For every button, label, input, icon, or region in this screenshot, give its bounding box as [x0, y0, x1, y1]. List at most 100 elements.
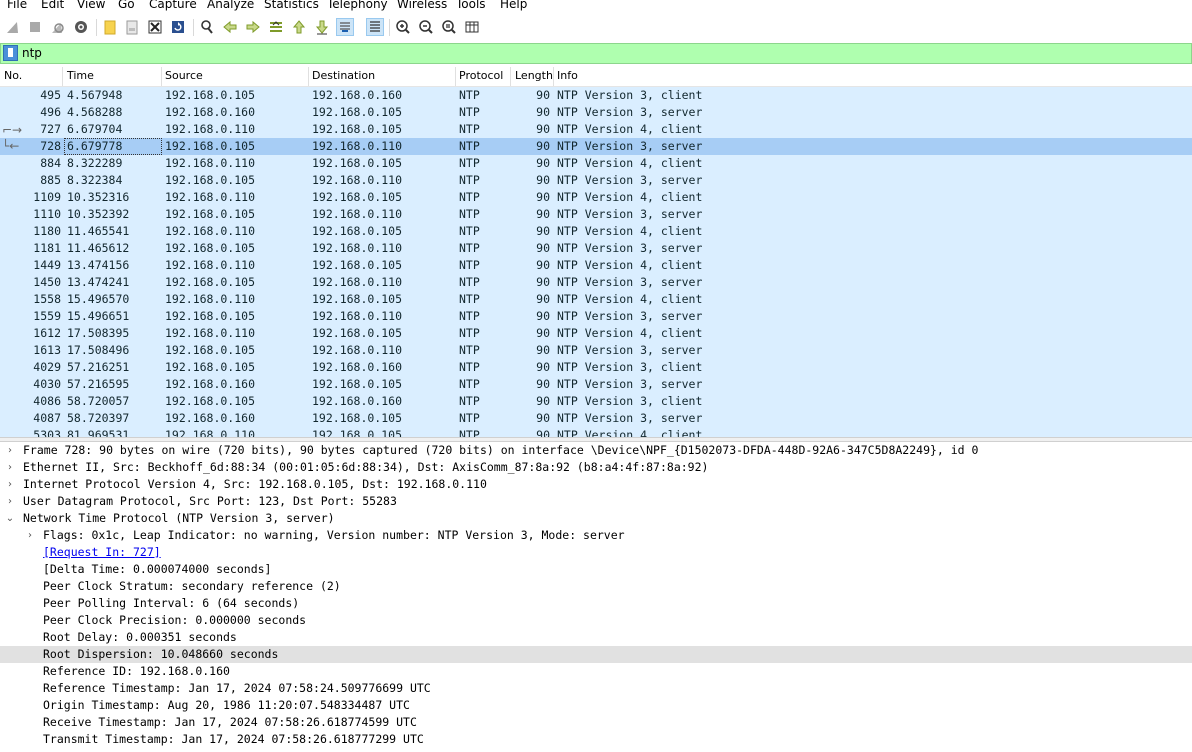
- packet-row[interactable]: 1613 17.508496 192.168.0.105 192.168.0.110 N…: [0, 342, 1192, 359]
- column-header-info[interactable]: Info: [557, 69, 578, 82]
- packet-row[interactable]: 4029 57.216251 192.168.0.105 192.168.0.160 N…: [0, 359, 1192, 376]
- go-first-icon[interactable]: [290, 18, 308, 36]
- packet-cell-src: 192.168.0.110: [165, 122, 256, 136]
- go-forward-icon[interactable]: [244, 18, 262, 36]
- detail-row[interactable]: Peer Clock Stratum: secondary reference …: [0, 578, 1192, 595]
- capture-options-gear-icon[interactable]: [72, 18, 90, 36]
- zoom-normal-icon[interactable]: [440, 18, 458, 36]
- expand-arrow-icon[interactable]: ›: [5, 442, 15, 459]
- colorize-icon[interactable]: [366, 18, 384, 36]
- packet-row[interactable]: 1110 10.352392 192.168.0.105 192.168.0.110 N…: [0, 206, 1192, 223]
- packet-row[interactable]: 1612 17.508395 192.168.0.110 192.168.0.105 N…: [0, 325, 1192, 342]
- detail-row[interactable]: Reference Timestamp: Jan 17, 2024 07:58:…: [0, 680, 1192, 697]
- resize-columns-icon[interactable]: [463, 18, 481, 36]
- packet-cell-info: NTP Version 4, client: [557, 326, 703, 340]
- packet-row[interactable]: 1559 15.496651 192.168.0.105 192.168.0.110 N…: [0, 308, 1192, 325]
- detail-row[interactable]: Receive Timestamp: Jan 17, 2024 07:58:26…: [0, 714, 1192, 731]
- detail-row[interactable]: Root Delay: 0.000351 seconds: [0, 629, 1192, 646]
- packet-cell-info: NTP Version 3, client: [557, 360, 703, 374]
- collapse-arrow-icon[interactable]: ⌄: [5, 510, 15, 527]
- packet-row[interactable]: 496 4.568288 192.168.0.160 192.168.0.105 NTP…: [0, 104, 1192, 121]
- packet-row[interactable]: 4087 58.720397 192.168.0.160 192.168.0.105 N…: [0, 410, 1192, 427]
- find-packet-icon[interactable]: [198, 18, 216, 36]
- packet-row[interactable]: 884 8.322289 192.168.0.110 192.168.0.105 NTP…: [0, 155, 1192, 172]
- detail-row[interactable]: ⌄ Network Time Protocol (NTP Version 3, s…: [0, 510, 1192, 527]
- column-header-no[interactable]: No.: [4, 69, 22, 82]
- close-file-icon[interactable]: [146, 18, 164, 36]
- detail-row[interactable]: › Internet Protocol Version 4, Src: 192.1…: [0, 476, 1192, 493]
- detail-row[interactable]: Peer Clock Precision: 0.000000 seconds: [0, 612, 1192, 629]
- shark-fin-start-icon[interactable]: [4, 18, 22, 36]
- menu-edit[interactable]: Edit: [41, 0, 64, 12]
- menu-statistics[interactable]: Statistics: [264, 0, 319, 12]
- autoscroll-icon[interactable]: [336, 18, 354, 36]
- packet-details-tree[interactable]: › Frame 728: 90 bytes on wire (720 bits),…: [0, 442, 1192, 752]
- stop-square-icon[interactable]: [26, 18, 44, 36]
- packet-row[interactable]: 1181 11.465612 192.168.0.105 192.168.0.110 N…: [0, 240, 1192, 257]
- menu-telephony[interactable]: Telephony: [327, 0, 388, 12]
- column-header-length[interactable]: Length: [515, 69, 553, 82]
- expand-arrow-icon[interactable]: ›: [25, 527, 35, 544]
- column-header-time[interactable]: Time: [67, 69, 94, 82]
- menu-help[interactable]: Help: [500, 0, 527, 12]
- menu-tools[interactable]: Tools: [456, 0, 486, 12]
- packet-row[interactable]: 4086 58.720057 192.168.0.105 192.168.0.160 N…: [0, 393, 1192, 410]
- detail-row[interactable]: › User Datagram Protocol, Src Port: 123, …: [0, 493, 1192, 510]
- go-back-icon[interactable]: [221, 18, 239, 36]
- detail-row[interactable]: Reference ID: 192.168.0.160: [0, 663, 1192, 680]
- open-folder-icon[interactable]: [101, 18, 119, 36]
- detail-row[interactable]: › Ethernet II, Src: Beckhoff_6d:88:34 (00…: [0, 459, 1192, 476]
- packet-cell-info: NTP Version 3, server: [557, 343, 703, 357]
- zoom-in-icon[interactable]: [394, 18, 412, 36]
- menu-wireless[interactable]: Wireless: [397, 0, 447, 12]
- detail-row[interactable]: Peer Polling Interval: 6 (64 seconds): [0, 595, 1192, 612]
- packet-row[interactable]: 495 4.567948 192.168.0.105 192.168.0.160 NTP…: [0, 87, 1192, 104]
- detail-row[interactable]: Transmit Timestamp: Jan 17, 2024 07:58:2…: [0, 731, 1192, 748]
- reload-icon[interactable]: [169, 18, 187, 36]
- packet-row[interactable]: 1180 11.465541 192.168.0.110 192.168.0.105 N…: [0, 223, 1192, 240]
- detail-row[interactable]: › Frame 728: 90 bytes on wire (720 bits),…: [0, 442, 1192, 459]
- packet-cell-info: NTP Version 3, server: [557, 275, 703, 289]
- menu-go[interactable]: Go: [118, 0, 135, 12]
- expand-arrow-icon[interactable]: ›: [5, 476, 15, 493]
- go-last-icon[interactable]: [313, 18, 331, 36]
- column-header-destination[interactable]: Destination: [312, 69, 375, 82]
- packet-row[interactable]: 4030 57.216595 192.168.0.160 192.168.0.105 N…: [0, 376, 1192, 393]
- packet-cell-time: 10.352392: [67, 207, 130, 221]
- detail-row[interactable]: Root Dispersion: 10.048660 seconds: [0, 646, 1192, 663]
- packet-row[interactable]: 1449 13.474156 192.168.0.110 192.168.0.105 N…: [0, 257, 1192, 274]
- menu-analyze[interactable]: Analyze: [207, 0, 254, 12]
- filter-bookmark-icon[interactable]: [3, 45, 18, 61]
- menu-view[interactable]: View: [77, 0, 105, 12]
- expand-arrow-icon[interactable]: ›: [5, 493, 15, 510]
- column-header-protocol[interactable]: Protocol: [459, 69, 503, 82]
- zoom-out-icon[interactable]: [417, 18, 435, 36]
- packet-row[interactable]: 1450 13.474241 192.168.0.105 192.168.0.110 N…: [0, 274, 1192, 291]
- packet-row[interactable]: 728 6.679778 192.168.0.105 192.168.0.110 NTP…: [0, 138, 1192, 155]
- restart-fin-icon[interactable]: [49, 18, 67, 36]
- packet-cell-info: NTP Version 4, client: [557, 122, 703, 136]
- packet-cell-info: NTP Version 3, server: [557, 309, 703, 323]
- packet-cell-len: 90: [536, 428, 550, 437]
- display-filter-input[interactable]: ntp: [22, 44, 42, 63]
- menu-file[interactable]: File: [7, 0, 27, 12]
- packet-list[interactable]: No. Time Source Destination Protocol Len…: [0, 67, 1192, 437]
- menu-capture[interactable]: Capture: [149, 0, 197, 12]
- expand-arrow-icon[interactable]: ›: [5, 459, 15, 476]
- detail-row[interactable]: [Delta Time: 0.000074000 seconds]: [0, 561, 1192, 578]
- detail-row[interactable]: [Request In: 727]: [0, 544, 1192, 561]
- save-file-icon[interactable]: [123, 18, 141, 36]
- packet-row[interactable]: 727 6.679704 192.168.0.110 192.168.0.105 NTP…: [0, 121, 1192, 138]
- packet-cell-src: 192.168.0.110: [165, 428, 256, 437]
- packet-cell-len: 90: [536, 343, 550, 357]
- packet-row[interactable]: 5303 81.969531 192.168.0.110 192.168.0.105 N…: [0, 427, 1192, 437]
- go-to-packet-icon[interactable]: [267, 18, 285, 36]
- column-header-source[interactable]: Source: [165, 69, 203, 82]
- packet-row[interactable]: 885 8.322384 192.168.0.105 192.168.0.110 NTP…: [0, 172, 1192, 189]
- detail-row[interactable]: › Flags: 0x1c, Leap Indicator: no warning…: [0, 527, 1192, 544]
- packet-row[interactable]: 1109 10.352316 192.168.0.110 192.168.0.105 N…: [0, 189, 1192, 206]
- display-filter-bar[interactable]: ntp: [0, 43, 1192, 64]
- detail-row[interactable]: Origin Timestamp: Aug 20, 1986 11:20:07.…: [0, 697, 1192, 714]
- request-in-link[interactable]: [Request In: 727]: [43, 544, 161, 561]
- packet-row[interactable]: 1558 15.496570 192.168.0.110 192.168.0.105 N…: [0, 291, 1192, 308]
